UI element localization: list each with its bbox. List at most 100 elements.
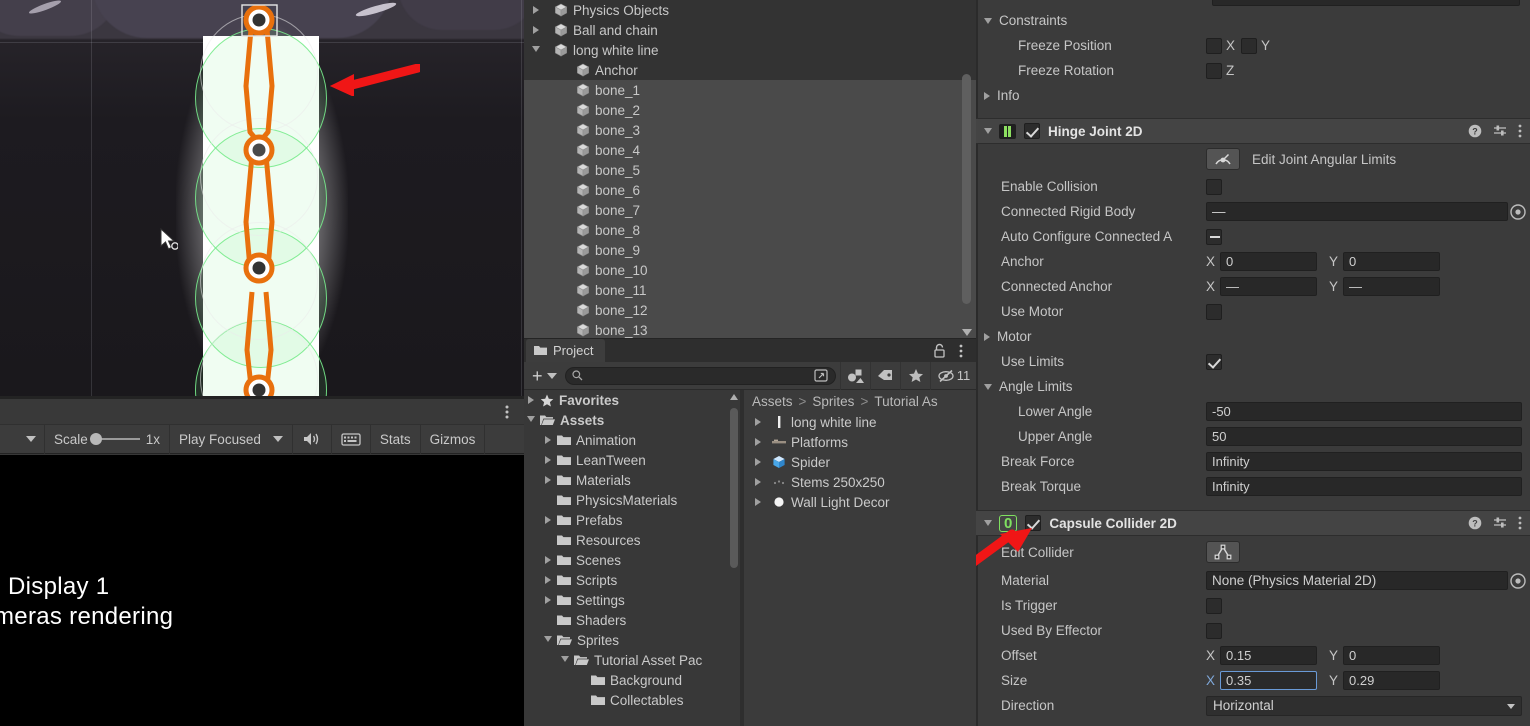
break-force-row[interactable]: Break Force Infinity — [976, 449, 1530, 474]
project-asset-list[interactable]: Assets > Sprites > Tutorial As long whit… — [744, 390, 976, 726]
lock-icon[interactable] — [933, 343, 946, 358]
enable-collision-row[interactable]: Enable Collision — [976, 174, 1530, 199]
hierarchy-row[interactable]: long white line — [524, 40, 976, 60]
project-tree-row[interactable]: Resources — [524, 530, 740, 550]
connected-anchor-row[interactable]: Connected Anchor X — Y — — [976, 274, 1530, 299]
chevron-right-icon[interactable] — [528, 396, 534, 404]
motor-foldout[interactable]: Motor — [976, 324, 1530, 349]
breadcrumb-sprites[interactable]: Sprites — [812, 394, 854, 409]
chevron-right-icon[interactable] — [533, 6, 539, 14]
freeze-position-row[interactable]: Freeze Position X Y — [976, 33, 1530, 58]
create-asset-button[interactable]: + — [524, 369, 561, 383]
info-foldout[interactable]: Info — [976, 83, 1530, 108]
breadcrumb[interactable]: Assets > Sprites > Tutorial As — [744, 390, 976, 412]
use-limits-row[interactable]: Use Limits — [976, 349, 1530, 374]
used-by-effector-checkbox[interactable] — [1206, 623, 1222, 639]
project-tree-row[interactable]: Scripts — [524, 570, 740, 590]
project-tree-row[interactable]: Materials — [524, 470, 740, 490]
chevron-right-icon[interactable] — [533, 26, 539, 34]
edit-collider-button[interactable] — [1206, 541, 1240, 563]
upper-angle-field[interactable]: 50 — [1206, 427, 1522, 446]
capsule-collider-2d-header[interactable]: 0 Capsule Collider 2D ? — [976, 510, 1530, 536]
project-tree-row[interactable]: Shaders — [524, 610, 740, 630]
offset-y-field[interactable]: 0 — [1343, 646, 1440, 665]
auto-configure-checkbox[interactable] — [1206, 229, 1222, 245]
chevron-down-icon[interactable] — [984, 128, 992, 134]
material-field[interactable]: None (Physics Material 2D) — [1206, 571, 1508, 590]
connected-anchor-y-field[interactable]: — — [1343, 277, 1440, 296]
size-y-field[interactable]: 0.29 — [1343, 671, 1440, 690]
filter-favorites-button[interactable] — [900, 362, 930, 390]
chevron-down-icon[interactable] — [984, 520, 992, 526]
hierarchy-panel[interactable]: Physics ObjectsBall and chainlong white … — [524, 0, 976, 338]
chevron-right-icon[interactable] — [755, 418, 761, 426]
freeze-position-x-checkbox[interactable] — [1206, 38, 1222, 54]
hierarchy-scrollbar-thumb[interactable] — [962, 74, 971, 304]
break-torque-field[interactable]: Infinity — [1206, 477, 1522, 496]
hinge-joint-2d-header[interactable]: Hinge Joint 2D ? — [976, 118, 1530, 144]
angle-limits-foldout[interactable]: Angle Limits — [976, 374, 1530, 399]
hierarchy-row[interactable]: bone_2 — [524, 100, 976, 120]
project-asset-row[interactable]: Stems 250x250 — [744, 472, 976, 492]
project-tree-row[interactable]: PhysicsMaterials — [524, 490, 740, 510]
hierarchy-row[interactable]: bone_12 — [524, 300, 976, 320]
project-tree-row[interactable]: Scenes — [524, 550, 740, 570]
chevron-right-icon[interactable] — [545, 476, 551, 484]
freeze-rotation-row[interactable]: Freeze Rotation Z — [976, 58, 1530, 83]
project-tree-row[interactable]: Prefabs — [524, 510, 740, 530]
scroll-up-arrow-icon[interactable] — [730, 394, 738, 400]
constraints-foldout[interactable]: Constraints — [976, 8, 1530, 33]
scale-track[interactable] — [94, 438, 140, 440]
preset-icon[interactable] — [1493, 516, 1507, 530]
project-tree-row[interactable]: Tutorial Asset Pac — [524, 650, 740, 670]
kebab-menu-icon[interactable] — [1518, 124, 1522, 138]
hierarchy-row[interactable]: bone_6 — [524, 180, 976, 200]
use-motor-row[interactable]: Use Motor — [976, 299, 1530, 324]
hierarchy-row[interactable]: bone_1 — [524, 80, 976, 100]
chevron-right-icon[interactable] — [545, 516, 551, 524]
game-view-kebab-icon[interactable] — [500, 403, 514, 421]
lower-angle-row[interactable]: Lower Angle -50 — [976, 399, 1530, 424]
chevron-right-icon[interactable] — [545, 596, 551, 604]
project-folder-tree[interactable]: FavoritesAssetsAnimationLeanTweenMateria… — [524, 390, 740, 726]
project-tree-row[interactable]: Animation — [524, 430, 740, 450]
edit-angular-limits-button[interactable] — [1206, 148, 1240, 170]
hierarchy-row[interactable]: Physics Objects — [524, 0, 976, 20]
edit-angular-limits-row[interactable]: Edit Joint Angular Limits — [976, 144, 1530, 174]
is-trigger-checkbox[interactable] — [1206, 598, 1222, 614]
project-tree-row[interactable]: Collectables — [524, 690, 740, 710]
hierarchy-row[interactable]: bone_8 — [524, 220, 976, 240]
enable-collision-checkbox[interactable] — [1206, 179, 1222, 195]
project-tree-row[interactable]: Favorites — [524, 390, 740, 410]
object-picker-icon[interactable] — [1509, 203, 1527, 221]
anchor-x-field[interactable]: 0 — [1220, 252, 1317, 271]
project-asset-row[interactable]: Spider — [744, 452, 976, 472]
break-force-field[interactable]: Infinity — [1206, 452, 1522, 471]
hierarchy-row[interactable]: bone_13 — [524, 320, 976, 338]
hinge-joint-enabled-checkbox[interactable] — [1024, 123, 1040, 139]
chevron-right-icon[interactable] — [545, 456, 551, 464]
project-tree-row[interactable]: LeanTween — [524, 450, 740, 470]
connected-rigid-body-row[interactable]: Connected Rigid Body — — [976, 199, 1530, 224]
lower-angle-field[interactable]: -50 — [1206, 402, 1522, 421]
chevron-down-icon[interactable] — [532, 46, 540, 52]
project-tree-row[interactable]: Sprites — [524, 630, 740, 650]
offset-x-field[interactable]: 0.15 — [1220, 646, 1317, 665]
object-picker-icon[interactable] — [1509, 572, 1527, 590]
chevron-down-icon[interactable] — [544, 636, 552, 642]
filter-by-label-button[interactable] — [870, 362, 900, 390]
offset-row[interactable]: Offset X 0.15 Y 0 — [976, 643, 1530, 668]
help-icon[interactable]: ? — [1468, 124, 1482, 138]
project-tree-scrollbar-thumb[interactable] — [730, 408, 738, 568]
direction-row[interactable]: Direction Horizontal — [976, 693, 1530, 718]
hierarchy-row[interactable]: Anchor — [524, 60, 976, 80]
chevron-right-icon[interactable] — [755, 478, 761, 486]
hierarchy-row[interactable]: bone_7 — [524, 200, 976, 220]
direction-dropdown[interactable]: Horizontal — [1206, 696, 1522, 716]
chevron-right-icon[interactable] — [755, 498, 761, 506]
use-motor-checkbox[interactable] — [1206, 304, 1222, 320]
preset-icon[interactable] — [1493, 124, 1507, 138]
chevron-down-icon[interactable] — [527, 416, 535, 422]
scale-slider[interactable]: Scale 1x — [45, 424, 169, 454]
scale-knob[interactable] — [90, 433, 102, 445]
